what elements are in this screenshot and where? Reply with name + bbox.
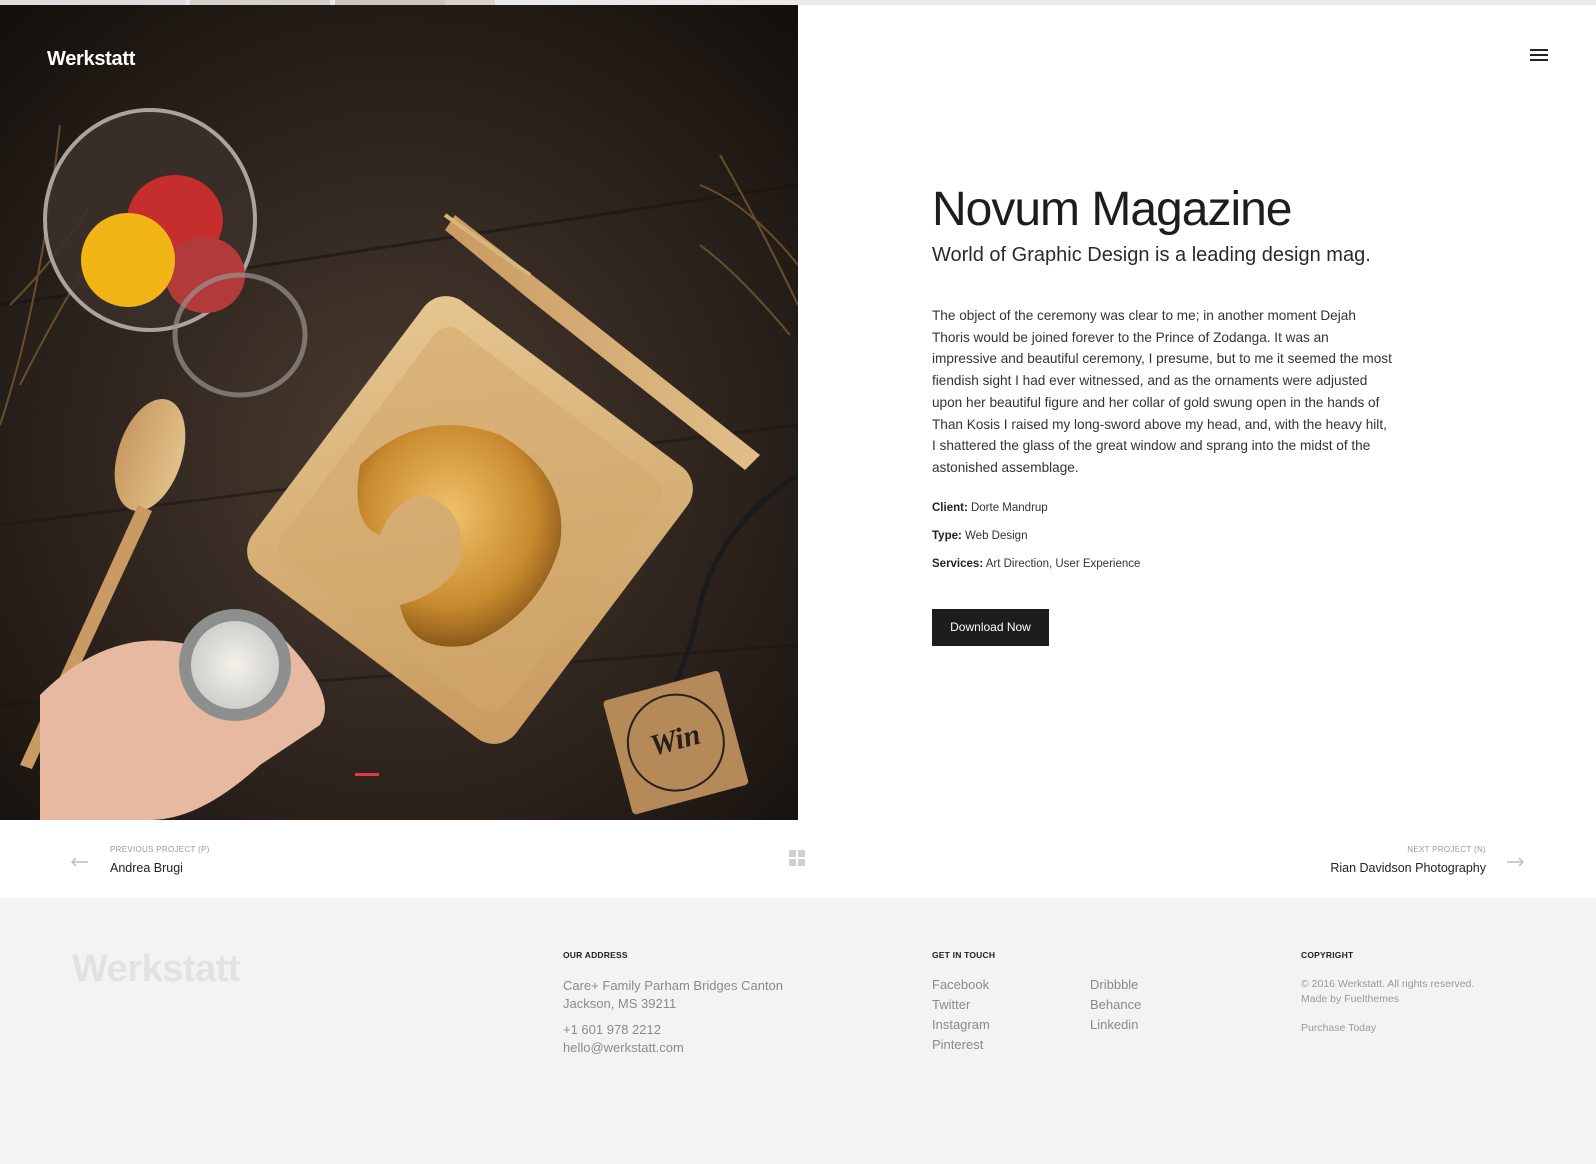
touch-heading: GET IN TOUCH [932, 950, 996, 960]
social-link-twitter[interactable]: Twitter [932, 995, 995, 1015]
slide-indicator[interactable] [355, 773, 379, 776]
grid-cell [798, 859, 805, 866]
menu-line [1530, 59, 1548, 61]
email-address[interactable]: hello@werkstatt.com [563, 1039, 783, 1057]
previous-project-name: Andrea Brugi [110, 861, 183, 875]
address-line-1: Care+ Family Parham Bridges Canton [563, 978, 784, 993]
social-links-col-1: Facebook Twitter Instagram Pinterest [932, 975, 995, 1055]
meta-client-value: Dorte Mandrup [970, 501, 1048, 514]
previous-project-label: PREVIOUS PROJECT (P) [110, 845, 210, 854]
social-link-pinterest[interactable]: Pinterest [932, 1035, 995, 1055]
copyright-text: © 2016 Werkstatt. All rights reserved. [1301, 978, 1475, 990]
next-project-name: Rian Davidson Photography [1330, 861, 1486, 875]
previous-project-link[interactable]: PREVIOUS PROJECT (P) Andrea Brugi [110, 845, 210, 876]
made-by-text: Made by Fuelthemes [1301, 993, 1400, 1005]
menu-line [1530, 54, 1548, 56]
arrow-left-icon[interactable] [71, 857, 89, 867]
phone-number[interactable]: +1 601 978 2212 [563, 1021, 783, 1039]
footer-copyright: COPYRIGHT © 2016 Werkstatt. All rights r… [1301, 950, 1474, 1036]
grid-icon[interactable] [789, 850, 805, 866]
footer-social: GET IN TOUCH Facebook Twitter Instagram … [932, 950, 995, 1055]
social-link-facebook[interactable]: Facebook [932, 975, 995, 995]
footer-address: OUR ADDRESS Care+ Family Parham Bridges … [563, 950, 783, 1057]
breakfast-photo: Win [0, 5, 798, 820]
meta-type: Type: Web Design [932, 529, 1412, 544]
arrow-right-icon[interactable] [1506, 857, 1524, 867]
download-button[interactable]: Download Now [932, 608, 1049, 646]
project-navigation: PREVIOUS PROJECT (P) Andrea Brugi NEXT P… [0, 820, 1596, 898]
next-project-label: NEXT PROJECT (N) [1407, 845, 1486, 854]
hamburger-menu-icon[interactable] [1530, 48, 1548, 62]
social-links-col-2: Dribbble Behance Linkedin [1090, 975, 1141, 1035]
purchase-link[interactable]: Purchase Today [1301, 1021, 1474, 1036]
meta-type-value: Web Design [965, 529, 1028, 542]
menu-line [1530, 49, 1548, 51]
meta-services-value: Art Direction, User Experience [985, 557, 1141, 570]
social-link-instagram[interactable]: Instagram [932, 1015, 995, 1035]
grid-cell [789, 850, 796, 857]
site-logo[interactable]: Werkstatt [47, 48, 135, 71]
site-footer: Werkstatt OUR ADDRESS Care+ Family Parha… [0, 898, 1596, 1164]
social-link-dribbble[interactable]: Dribbble [1090, 975, 1141, 995]
copyright-heading: COPYRIGHT [1301, 950, 1354, 960]
project-details: Novum Magazine World of Graphic Design i… [932, 180, 1412, 646]
grid-cell [798, 850, 805, 857]
next-project-link[interactable]: NEXT PROJECT (N) Rian Davidson Photograp… [1330, 845, 1486, 876]
address-line-2: Jackson, MS 39211 [563, 996, 677, 1011]
grid-cell [789, 859, 796, 866]
social-link-behance[interactable]: Behance [1090, 995, 1141, 1015]
meta-services-label: Services: [932, 557, 984, 570]
meta-client-label: Client: [932, 501, 968, 514]
meta-type-label: Type: [932, 529, 962, 542]
project-description: The object of the ceremony was clear to … [932, 308, 1392, 475]
footer-logo[interactable]: Werkstatt [72, 948, 240, 991]
project-hero-image: Win Werkstatt [0, 5, 798, 820]
project-title: Novum Magazine [932, 183, 1293, 236]
meta-client: Client: Dorte Mandrup [932, 501, 1412, 516]
project-meta: Client: Dorte Mandrup Type: Web Design S… [932, 501, 1412, 572]
social-link-linkedin[interactable]: Linkedin [1090, 1015, 1141, 1035]
project-subtitle: World of Graphic Design is a leading des… [932, 244, 1371, 266]
address-heading: OUR ADDRESS [563, 950, 628, 960]
meta-services: Services: Art Direction, User Experience [932, 557, 1412, 572]
